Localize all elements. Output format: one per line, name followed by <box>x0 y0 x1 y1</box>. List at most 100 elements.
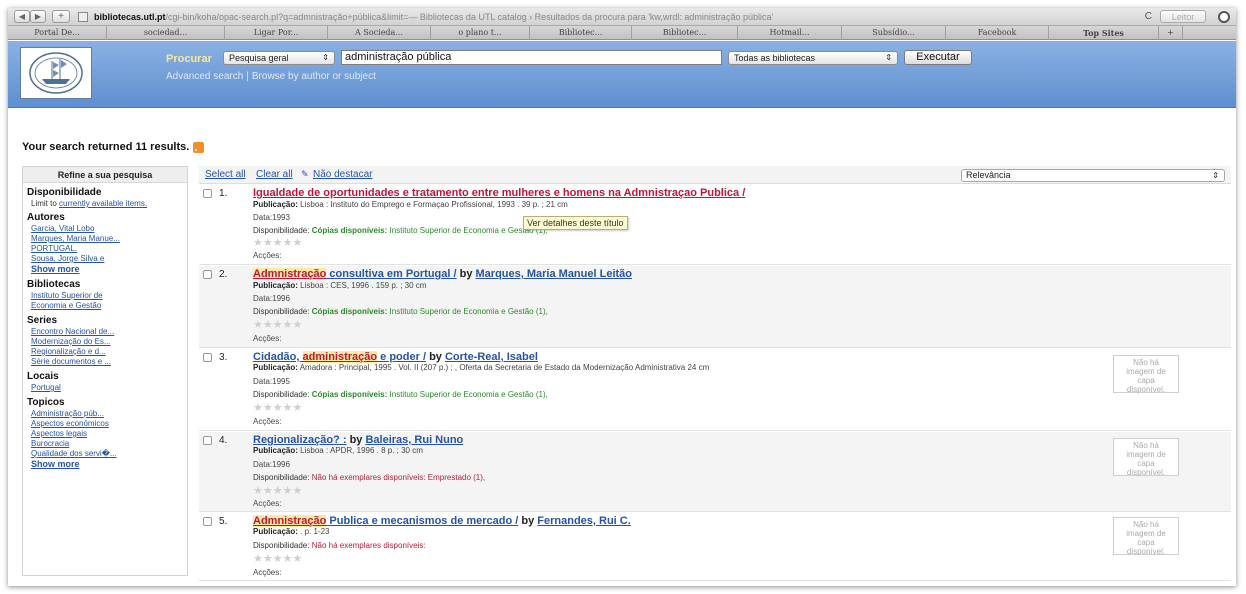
author-link[interactable]: Corte-Real, Isabel <box>445 351 538 363</box>
facet-link[interactable]: Encontro Nacional de... <box>31 327 187 337</box>
no-highlight-link[interactable]: Não destacar <box>313 169 372 180</box>
catalog-header: Procurar Pesquisa geral ⇕ administração … <box>8 41 1236 108</box>
library-select[interactable]: Todas as bibliotecas ⇕ <box>728 51 898 65</box>
result-checkbox[interactable] <box>203 189 212 198</box>
facet-link[interactable]: Regionalização e d... <box>31 347 187 357</box>
new-tab-button[interactable]: + <box>52 10 70 23</box>
more-bookmarks-icon[interactable]: + <box>1159 26 1183 40</box>
bookmark-item[interactable]: Facebook <box>946 26 1049 40</box>
rating-stars-icon[interactable]: ★★★★★ <box>253 484 302 497</box>
advanced-search-link[interactable]: Advanced search <box>166 71 243 82</box>
library-select-value: Todas as bibliotecas <box>734 53 816 63</box>
page-favicon <box>78 12 88 22</box>
availability-label: Disponibilidade: <box>253 390 310 399</box>
facet-link[interactable]: Economia e Gestão <box>31 301 187 311</box>
browser-toolbar: ◀ ▶ + bibliotecas.utl.pt /cgi-bin/koha/o… <box>8 8 1236 26</box>
bookmark-item[interactable]: Hotmail... <box>738 26 842 40</box>
author-link[interactable]: Marques, Maria Manuel Leitão <box>476 268 632 280</box>
bookmark-item[interactable]: Subsídio... <box>842 26 946 40</box>
facet-link[interactable]: Qualidade dos servi�... <box>31 449 187 459</box>
result-title-highlight[interactable]: administração <box>302 351 378 363</box>
result-checkbox[interactable] <box>203 270 212 279</box>
by-label: by <box>346 434 366 446</box>
show-more-link[interactable]: Show more <box>31 264 187 275</box>
facet-link[interactable]: Aspectos legais <box>31 429 187 439</box>
execute-button[interactable]: Executar <box>904 50 972 65</box>
facet-link[interactable]: Burocracia <box>31 439 187 449</box>
result-checkbox[interactable] <box>203 353 212 362</box>
facet-link[interactable]: Série documentos e ... <box>31 357 187 367</box>
result-publication: Publicação: . p. 1-23 <box>253 527 330 536</box>
result-date: Data:1996 <box>253 460 290 469</box>
result-title-link[interactable]: Publica e mecanismos de mercado / <box>326 515 518 527</box>
result-title-highlight[interactable]: Admnistração <box>253 268 327 280</box>
author-link[interactable]: Baleiras, Rui Nuno <box>365 434 463 446</box>
search-type-select[interactable]: Pesquisa geral ⇕ <box>223 51 335 65</box>
facet-link[interactable]: Aspectos económicos <box>31 419 187 429</box>
back-button[interactable]: ◀ <box>14 10 30 23</box>
result-title-link[interactable]: Igualdade de oportunidades e tratamento … <box>253 187 745 199</box>
page-title: — Bibliotecas da UTL catalog › Resultado… <box>408 12 774 22</box>
refresh-icon[interactable]: C <box>1145 11 1152 22</box>
rss-icon[interactable] <box>193 141 205 153</box>
result-number: 2. <box>219 269 228 280</box>
facet-link[interactable]: PORTUGAL. <box>31 244 187 254</box>
search-input[interactable]: administração pública <box>341 50 722 65</box>
bookmark-item[interactable]: Ligar Por... <box>225 26 328 40</box>
author-link[interactable]: Fernandes, Rui C. <box>537 515 631 527</box>
forward-button[interactable]: ▶ <box>30 10 46 23</box>
facet-link[interactable]: Instituto Superior de <box>31 291 187 301</box>
download-icon[interactable] <box>1218 11 1230 23</box>
no-cover-text: Não há <box>1133 441 1159 450</box>
sort-select-value: Relevância <box>966 170 1011 180</box>
no-cover-image: Não há imagem de capa disponível. <box>1113 438 1179 477</box>
facet-link[interactable]: Modernização do Es... <box>31 337 187 347</box>
no-cover-text: imagem de <box>1126 529 1166 538</box>
bookmark-item[interactable]: o plano t... <box>431 26 530 40</box>
facet-link[interactable]: Garcia, Vital Lobo <box>31 224 187 234</box>
reader-button[interactable]: Leitor <box>1160 10 1206 23</box>
rating-stars-icon[interactable]: ★★★★★ <box>253 236 302 249</box>
no-cover-text: capa <box>1137 376 1155 385</box>
sort-select[interactable]: Relevância ⇕ <box>961 169 1225 182</box>
availability-detail: Instituto Superior de Economia e Gestão … <box>389 307 548 316</box>
bookmark-item[interactable]: sociedad... <box>107 26 225 40</box>
facet-link[interactable]: Sousa, Jorge Silva e <box>31 254 187 264</box>
bookmark-item[interactable]: A Socieda... <box>328 26 431 40</box>
result-checkbox[interactable] <box>203 436 212 445</box>
facet-link[interactable]: Portugal <box>31 383 187 393</box>
no-cover-image: Não há imagem de capa disponível. <box>1113 355 1179 394</box>
no-cover-image: Não há imagem de capa disponível. <box>1113 517 1179 556</box>
result-title-link[interactable]: e poder / <box>377 351 426 363</box>
facet-link[interactable]: Administração púb... <box>31 409 187 419</box>
available-items-link[interactable]: currently available items. <box>59 199 147 208</box>
publication-text: Lisboa : APDR, 1996 . 8 p. ; 30 cm <box>300 446 423 455</box>
publication-label: Publicação: <box>253 446 298 455</box>
bookmark-item[interactable]: Bibliotec... <box>632 26 738 40</box>
library-logo[interactable] <box>20 47 92 99</box>
browse-link[interactable]: Browse by author or subject <box>252 71 376 82</box>
show-more-link[interactable]: Show more <box>31 459 187 470</box>
facet-link[interactable]: Marques, Maria Manue... <box>31 234 187 244</box>
result-title-link[interactable]: consultiva em Portugal / <box>326 268 456 280</box>
result-title-link[interactable]: Regionalização? : <box>253 434 347 446</box>
publication-label: Publicação: <box>253 281 298 290</box>
clear-all-link[interactable]: Clear all <box>256 169 293 180</box>
availability-detail: Instituto Superior de Economia e Gestão … <box>389 390 548 399</box>
result-row: 2. Admnistração consultiva em Portugal /… <box>199 266 1231 348</box>
no-cover-text: capa <box>1137 459 1155 468</box>
availability-status: Não há exemplares disponíveis: <box>311 541 426 550</box>
select-all-link[interactable]: Select all <box>205 169 246 180</box>
result-checkbox[interactable] <box>203 517 212 526</box>
bookmark-item[interactable]: Portal De... <box>8 26 107 40</box>
result-title-highlight[interactable]: Admnistração <box>253 515 327 527</box>
result-row: 5. Admnistração Publica e mecanismos de … <box>199 513 1231 581</box>
result-title-link[interactable]: Cidadão, <box>253 351 303 363</box>
rating-stars-icon[interactable]: ★★★★★ <box>253 318 302 331</box>
rating-stars-icon[interactable]: ★★★★★ <box>253 401 302 414</box>
publication-label: Publicação: <box>253 200 298 209</box>
bookmark-item[interactable]: Top Sites <box>1049 26 1159 40</box>
bookmark-item[interactable]: Bibliotec... <box>530 26 632 40</box>
rating-stars-icon[interactable]: ★★★★★ <box>253 552 302 565</box>
address-bar[interactable]: bibliotecas.utl.pt /cgi-bin/koha/opac-se… <box>94 10 1094 24</box>
